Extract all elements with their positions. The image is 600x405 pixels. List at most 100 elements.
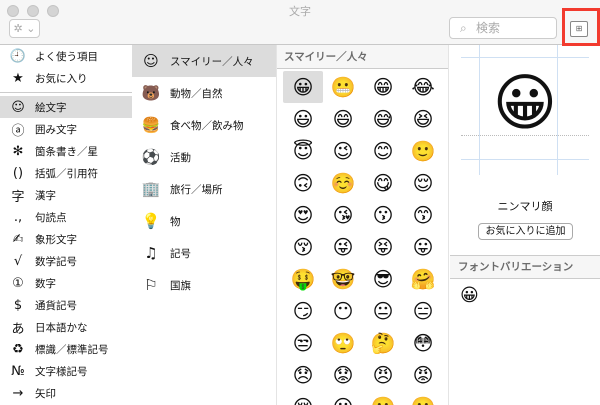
sidebar-item-icon: ⓐ: [11, 123, 25, 139]
emoji-cell[interactable]: 😑: [403, 295, 443, 327]
sidebar-item-icon: ①: [12, 275, 24, 291]
sidebar-item-icon: ★: [12, 70, 24, 86]
emoji-cell[interactable]: 🙄: [323, 327, 363, 359]
emoji-cell[interactable]: 😍: [283, 199, 323, 231]
sidebar-item[interactable]: ., 句読点: [0, 206, 132, 228]
emoji-cell[interactable]: 🙁: [363, 391, 403, 405]
category-item[interactable]: 🐻 動物／自然: [132, 77, 276, 109]
sidebar-item[interactable]: № 文字様記号: [0, 360, 132, 382]
emoji-cell[interactable]: 😗: [363, 199, 403, 231]
emoji-cell[interactable]: 🤗: [403, 263, 443, 295]
emoji-cell[interactable]: 😅: [363, 103, 403, 135]
sidebar-item[interactable]: ✻ 箇条書き／星: [0, 140, 132, 162]
emoji-cell[interactable]: ☺️: [323, 167, 363, 199]
category-item[interactable]: ☺ スマイリー／人々: [132, 45, 276, 77]
emoji-cell[interactable]: 🙃: [283, 167, 323, 199]
category-label: 食べ物／飲み物: [170, 119, 244, 132]
category-label: 動物／自然: [170, 87, 223, 100]
emoji-cell[interactable]: 😉: [323, 135, 363, 167]
emoji-cell[interactable]: 😡: [403, 359, 443, 391]
emoji-cell[interactable]: 😶: [323, 295, 363, 327]
emoji-cell[interactable]: 😝: [363, 231, 403, 263]
sidebar-item[interactable]: ✍ 象形文字: [0, 228, 132, 250]
sidebar-item[interactable]: ① 数字: [0, 272, 132, 294]
emoji-cell[interactable]: 😔: [283, 391, 323, 405]
category-icon: ⚽: [141, 148, 161, 166]
emoji-cell[interactable]: 😟: [323, 359, 363, 391]
sidebar-item[interactable]: あ日本語かな: [0, 316, 132, 338]
sidebar-item-icon: (): [12, 165, 24, 181]
detail-panel: 😀 ニンマリ顔 お気に入りに追加 フォントバリエーション 😀: [450, 45, 600, 405]
search-input[interactable]: ⌕ 検索: [449, 17, 557, 39]
emoji-cell[interactable]: 😃: [283, 103, 323, 135]
emoji-row: 🤑 🤓 😎 🤗: [283, 263, 448, 295]
emoji-cell[interactable]: 😜: [323, 231, 363, 263]
add-to-favorites-button[interactable]: お気に入りに追加: [478, 223, 573, 240]
sidebar-item[interactable]: → 矢印: [0, 382, 132, 404]
category-item[interactable]: 🏢 旅行／場所: [132, 173, 276, 205]
sidebar-item[interactable]: ★ お気に入り: [0, 67, 132, 89]
emoji-cell[interactable]: 😞: [283, 359, 323, 391]
sidebar-item[interactable]: ♻ 標識／標準記号: [0, 338, 132, 360]
sidebar-item[interactable]: √ 数学記号: [0, 250, 132, 272]
sidebar-divider: [0, 92, 132, 93]
emoji-cell[interactable]: 🤔: [363, 327, 403, 359]
emoji-preview: 😀: [461, 45, 589, 175]
emoji-grid: スマイリー／人々 😀 😬 😁 😂 😃 😄 😅 😆 😇 😉 😊 🙂 🙃 ☺️ 😋 😌 😍 😘 😗 😙 😚 😜 😝 😛 🤑 🤓 😎 🤗 😏 😶…: [277, 45, 449, 405]
emoji-cell[interactable]: 🤓: [323, 263, 363, 295]
emoji-cell[interactable]: 😆: [403, 103, 443, 135]
emoji-cell[interactable]: 😋: [363, 167, 403, 199]
sidebar-item[interactable]: $ 通貨記号: [0, 294, 132, 316]
sidebar-item[interactable]: () 括弧／引用符: [0, 162, 132, 184]
emoji-cell[interactable]: 😛: [403, 231, 443, 263]
emoji-cell[interactable]: 😏: [283, 295, 323, 327]
category-label: 旅行／場所: [170, 183, 223, 196]
font-variation-item[interactable]: 😀: [460, 285, 479, 306]
emoji-cell[interactable]: 😀: [283, 71, 323, 103]
category-item[interactable]: 💡 物: [132, 205, 276, 237]
category-label: 国旗: [170, 279, 191, 292]
sidebar-item-label: 通貨記号: [35, 299, 77, 312]
emoji-cell[interactable]: 😚: [283, 231, 323, 263]
emoji-cell[interactable]: 😬: [323, 71, 363, 103]
sidebar-item-label: 括弧／引用符: [35, 167, 98, 180]
emoji-cell[interactable]: 🤑: [283, 263, 323, 295]
emoji-cell[interactable]: 😎: [363, 263, 403, 295]
gear-menu-button[interactable]: ✲ ⌄: [9, 19, 40, 38]
emoji-cell[interactable]: 😠: [363, 359, 403, 391]
category-icon: 🍔: [141, 116, 161, 134]
sidebar-item[interactable]: ☺ 絵文字: [0, 96, 132, 118]
emoji-cell[interactable]: 😄: [323, 103, 363, 135]
emoji-cell[interactable]: 😳: [403, 327, 443, 359]
emoji-cell[interactable]: 😌: [403, 167, 443, 199]
emoji-cell[interactable]: 😂: [403, 71, 443, 103]
emoji-cell[interactable]: 😐: [363, 295, 403, 327]
emoji-cell[interactable]: 😇: [283, 135, 323, 167]
emoji-cell[interactable]: 😊: [363, 135, 403, 167]
search-icon: ⌕: [460, 21, 467, 35]
category-item[interactable]: ♫ 記号: [132, 237, 276, 269]
category-label: 物: [170, 215, 181, 228]
category-item[interactable]: ⚐ 国旗: [132, 269, 276, 301]
sidebar-item-label: 句読点: [35, 211, 67, 224]
font-variation-header: フォントバリエーション: [450, 255, 600, 279]
emoji-cell[interactable]: 😒: [283, 327, 323, 359]
category-label: スマイリー／人々: [170, 55, 254, 68]
emoji-cell[interactable]: 😘: [323, 199, 363, 231]
emoji-cell[interactable]: 🙂: [403, 135, 443, 167]
emoji-cell[interactable]: 😕: [323, 391, 363, 405]
category-item[interactable]: ⚽ 活動: [132, 141, 276, 173]
emoji-cell[interactable]: 😁: [363, 71, 403, 103]
emoji-cell[interactable]: ☹️: [403, 391, 443, 405]
sidebar-item-icon: ☺: [11, 99, 25, 115]
search-placeholder: 検索: [476, 21, 501, 35]
sidebar-item-label: 囲み文字: [35, 123, 77, 136]
sidebar-item-label: 矢印: [35, 387, 56, 400]
sidebar-item[interactable]: 字漢字: [0, 184, 132, 206]
sidebar-item-label: 標識／標準記号: [35, 343, 109, 356]
category-item[interactable]: 🍔 食べ物／飲み物: [132, 109, 276, 141]
sidebar-item[interactable]: ⓐ 囲み文字: [0, 118, 132, 140]
sidebar-item[interactable]: 🕘 よく使う項目: [0, 45, 132, 67]
sidebar-item-label: 文字様記号: [35, 365, 88, 378]
emoji-cell[interactable]: 😙: [403, 199, 443, 231]
